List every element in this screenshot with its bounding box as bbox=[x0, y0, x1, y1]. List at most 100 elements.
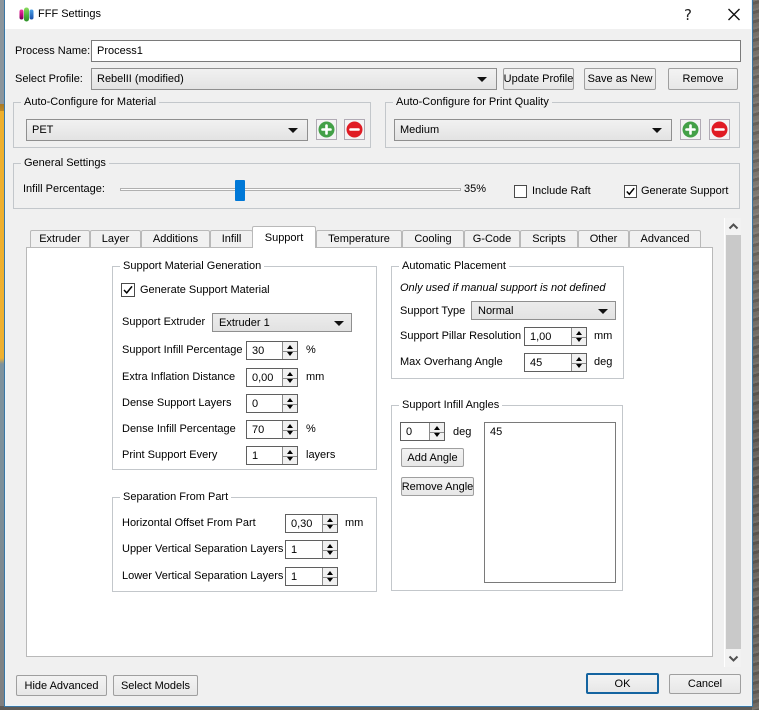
tab-infill[interactable]: Infill bbox=[210, 230, 253, 247]
tab-label: Cooling bbox=[414, 233, 451, 245]
vertical-scrollbar[interactable] bbox=[724, 218, 741, 667]
save-as-new-button[interactable]: Save as New bbox=[584, 68, 656, 90]
infill-percentage-label: Infill Percentage: bbox=[23, 183, 105, 195]
close-icon[interactable] bbox=[721, 3, 747, 27]
update-profile-label: Update Profile bbox=[504, 73, 574, 85]
ok-label: OK bbox=[615, 678, 631, 690]
process-name-input[interactable]: Process1 bbox=[91, 40, 741, 62]
spin-buttons[interactable] bbox=[282, 421, 297, 438]
spin-down-icon bbox=[287, 379, 293, 383]
profile-combobox[interactable]: RebelII (modified) bbox=[91, 68, 497, 90]
tab-other[interactable]: Other bbox=[578, 230, 629, 247]
save-as-new-label: Save as New bbox=[588, 73, 653, 85]
hide-advanced-button[interactable]: Hide Advanced bbox=[16, 675, 107, 696]
spin-buttons[interactable] bbox=[282, 342, 297, 359]
ok-button[interactable]: OK bbox=[586, 673, 659, 694]
spin-up-icon bbox=[434, 426, 440, 430]
spin-buttons[interactable] bbox=[429, 423, 444, 440]
help-button[interactable]: ? bbox=[677, 4, 699, 26]
support-material-generation-title: Support Material Generation bbox=[120, 260, 264, 272]
tab-advanced[interactable]: Advanced bbox=[629, 230, 701, 247]
support-type-combobox[interactable]: Normal bbox=[471, 301, 616, 320]
upper-vertical-separation-label: Upper Vertical Separation Layers bbox=[122, 543, 283, 555]
remove-material-button[interactable] bbox=[344, 119, 365, 140]
update-profile-button[interactable]: Update Profile bbox=[503, 68, 574, 90]
support-extruder-label: Support Extruder bbox=[122, 316, 205, 328]
remove-quality-button[interactable] bbox=[709, 119, 730, 140]
horizontal-offset-spinbox[interactable]: 0,30 bbox=[285, 514, 338, 533]
spin-buttons[interactable] bbox=[571, 328, 586, 345]
spin-buttons[interactable] bbox=[322, 515, 337, 532]
max-overhang-angle-label: Max Overhang Angle bbox=[400, 356, 503, 368]
add-quality-button[interactable] bbox=[680, 119, 701, 140]
scroll-down-icon[interactable] bbox=[728, 654, 739, 663]
spin-buttons[interactable] bbox=[282, 395, 297, 412]
support-infill-percentage-spinbox[interactable]: 30 bbox=[246, 341, 298, 360]
cancel-button[interactable]: Cancel bbox=[669, 674, 741, 694]
tab-support[interactable]: Support bbox=[252, 226, 316, 248]
tab-scripts[interactable]: Scripts bbox=[520, 230, 578, 247]
extra-inflation-distance-spinbox[interactable]: 0,00 bbox=[246, 368, 298, 387]
spin-buttons[interactable] bbox=[282, 369, 297, 386]
spin-value: 1,00 bbox=[530, 328, 551, 345]
tab-temperature[interactable]: Temperature bbox=[316, 230, 402, 247]
print-support-every-spinbox[interactable]: 1 bbox=[246, 446, 298, 465]
separation-from-part-title: Separation From Part bbox=[120, 491, 231, 503]
remove-angle-button[interactable]: Remove Angle bbox=[401, 477, 474, 496]
support-pillar-resolution-spinbox[interactable]: 1,00 bbox=[524, 327, 587, 346]
add-angle-button[interactable]: Add Angle bbox=[401, 448, 464, 467]
angle-spinbox[interactable]: 0 bbox=[400, 422, 445, 441]
unit-label: layers bbox=[306, 449, 335, 461]
quality-combobox-value: Medium bbox=[400, 124, 439, 136]
dense-support-layers-label: Dense Support Layers bbox=[122, 397, 231, 409]
spin-buttons[interactable] bbox=[322, 541, 337, 558]
tab-label: Scripts bbox=[532, 233, 566, 245]
tab-additions[interactable]: Additions bbox=[141, 230, 210, 247]
material-combobox[interactable]: PET bbox=[26, 119, 308, 141]
quality-combobox[interactable]: Medium bbox=[394, 119, 672, 141]
select-models-button[interactable]: Select Models bbox=[113, 675, 198, 696]
dense-infill-percentage-spinbox[interactable]: 70 bbox=[246, 420, 298, 439]
spin-buttons[interactable] bbox=[571, 354, 586, 371]
background-right-strip bbox=[752, 0, 759, 710]
spin-up-icon bbox=[287, 372, 293, 376]
scrollbar-thumb[interactable] bbox=[726, 235, 741, 649]
upper-vertical-separation-spinbox[interactable]: 1 bbox=[285, 540, 338, 559]
max-overhang-angle-spinbox[interactable]: 45 bbox=[524, 353, 587, 372]
cancel-label: Cancel bbox=[688, 678, 722, 690]
spin-value: 30 bbox=[252, 342, 264, 359]
tab-cooling[interactable]: Cooling bbox=[402, 230, 464, 247]
tab-label: Additions bbox=[153, 233, 198, 245]
infill-slider-handle[interactable] bbox=[235, 180, 245, 201]
spin-buttons[interactable] bbox=[322, 568, 337, 585]
spin-value: 1 bbox=[291, 541, 297, 558]
include-raft-checkbox[interactable] bbox=[514, 185, 527, 198]
generate-support-checkbox[interactable] bbox=[624, 185, 637, 198]
title-bar: FFF Settings ? bbox=[5, 0, 751, 29]
generate-support-material-checkbox[interactable] bbox=[121, 283, 135, 297]
select-models-label: Select Models bbox=[121, 680, 190, 692]
angle-list-item[interactable]: 45 bbox=[490, 426, 502, 438]
scroll-up-icon[interactable] bbox=[728, 222, 739, 231]
chevron-down-icon bbox=[334, 321, 344, 326]
support-extruder-combobox[interactable]: Extruder 1 bbox=[212, 313, 352, 332]
check-icon bbox=[122, 284, 134, 296]
tab-layer[interactable]: Layer bbox=[90, 230, 141, 247]
spin-value: 0 bbox=[252, 395, 258, 412]
placement-note: Only used if manual support is not defin… bbox=[400, 282, 605, 294]
spin-up-icon bbox=[287, 398, 293, 402]
angles-listbox[interactable]: 45 bbox=[484, 422, 616, 583]
dense-support-layers-spinbox[interactable]: 0 bbox=[246, 394, 298, 413]
spin-buttons[interactable] bbox=[282, 447, 297, 464]
unit-label: mm bbox=[345, 517, 363, 529]
hide-advanced-label: Hide Advanced bbox=[25, 680, 99, 692]
tab-label: Temperature bbox=[328, 233, 390, 245]
lower-vertical-separation-spinbox[interactable]: 1 bbox=[285, 567, 338, 586]
tab-label: Advanced bbox=[641, 233, 690, 245]
tab-gcode[interactable]: G-Code bbox=[464, 230, 520, 247]
tab-extruder[interactable]: Extruder bbox=[30, 230, 90, 247]
infill-slider-track[interactable] bbox=[120, 188, 461, 191]
app-icon bbox=[19, 7, 34, 22]
add-material-button[interactable] bbox=[316, 119, 337, 140]
remove-button[interactable]: Remove bbox=[668, 68, 738, 90]
